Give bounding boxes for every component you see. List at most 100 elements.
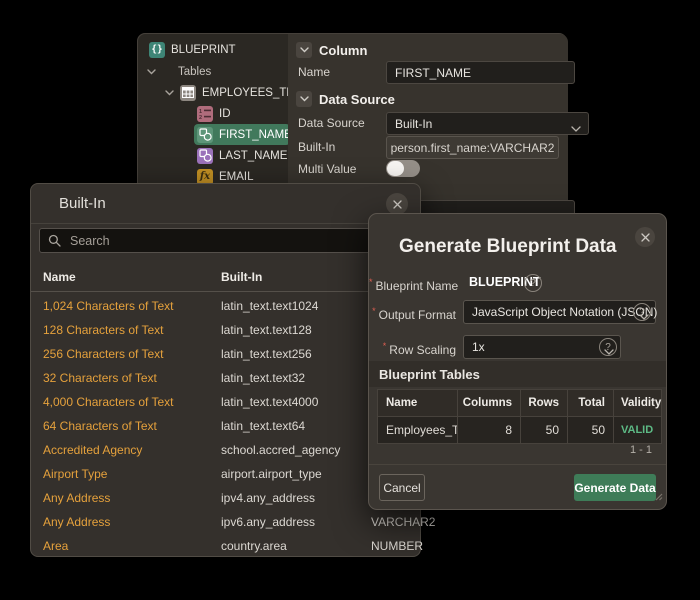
built-in-name-link[interactable]: Any Address — [43, 510, 110, 534]
required-asterisk: * — [383, 338, 387, 355]
data-source-field-label: Data Source — [298, 112, 365, 133]
close-icon[interactable] — [635, 227, 655, 247]
col-header-total: Total — [567, 390, 613, 416]
string-icon — [197, 127, 213, 143]
data-source-selected-value: Built-In — [395, 117, 432, 131]
column-section-header[interactable]: Column — [296, 41, 367, 59]
tree-item-label: LAST_NAME — [219, 150, 287, 162]
chevron-down-icon[interactable] — [147, 69, 156, 75]
tree-item-column-id[interactable]: 1 2 ID — [197, 103, 231, 124]
built-in-row[interactable]: 128 Characters of Text latin_text.text12… — [31, 318, 420, 342]
built-in-name-link[interactable]: Any Address — [43, 486, 110, 510]
close-icon[interactable] — [386, 193, 408, 215]
built-in-row[interactable]: Airport Type airport.airport_type — [31, 462, 420, 486]
built-in-code: airport.airport_type — [221, 462, 322, 486]
built-in-row[interactable]: 1,024 Characters of Text latin_text.text… — [31, 294, 420, 318]
tree-item-label: FIRST_NAME — [219, 129, 292, 141]
tree-item-label: EMAIL — [219, 171, 254, 183]
multi-value-toggle[interactable] — [386, 160, 420, 177]
built-in-name-link[interactable]: 4,000 Characters of Text — [43, 390, 174, 414]
chevron-down-icon — [571, 121, 581, 135]
built-in-type: VARCHAR2 — [371, 510, 435, 534]
name-column-header: Name — [43, 263, 76, 291]
cell-columns: 8 — [457, 416, 520, 443]
section-title: Column — [319, 43, 367, 58]
built-in-dialog-title: Built-In — [59, 184, 106, 223]
built-in-dialog-header: Built-In — [31, 184, 420, 224]
braces-icon: {} — [149, 42, 165, 58]
built-in-row[interactable]: 64 Characters of Text latin_text.text64 — [31, 414, 420, 438]
built-in-row[interactable]: Accredited Agency school.accred_agency — [31, 438, 420, 462]
built-in-name-link[interactable]: Accredited Agency — [43, 438, 142, 462]
help-icon[interactable]: ? — [599, 338, 617, 356]
screen: {} BLUEPRINT Tables — [0, 0, 700, 600]
generate-blueprint-data-dialog: Generate Blueprint Data *Blueprint Name … — [368, 213, 667, 510]
table-header-row: Name Columns Rows Total Validity — [378, 390, 661, 416]
cell-total: 50 — [567, 416, 613, 443]
built-in-name-link[interactable]: Area — [43, 534, 68, 558]
tree-item-employees-tbl[interactable]: EMPLOYEES_TBL — [165, 82, 300, 103]
built-in-row[interactable]: 32 Characters of Text latin_text.text32 — [31, 366, 420, 390]
built-in-name-link[interactable]: 256 Characters of Text — [43, 342, 164, 366]
built-in-value-button[interactable]: person.first_name:VARCHAR2 — [386, 136, 559, 159]
built-in-type: NUMBER — [371, 534, 423, 558]
built-in-name-link[interactable]: Airport Type — [43, 462, 107, 486]
tree-item-tables[interactable]: Tables — [147, 61, 211, 82]
data-source-select[interactable]: Built-In — [386, 112, 589, 135]
built-in-row[interactable]: Area country.area NUMBER — [31, 534, 420, 558]
search-box[interactable] — [39, 228, 416, 253]
cell-rows: 50 — [520, 416, 567, 443]
validity-badge: VALID — [621, 424, 653, 436]
section-title: Data Source — [319, 92, 395, 107]
dialog-footer: Cancel Generate Data — [369, 464, 666, 512]
col-header-rows: Rows — [520, 390, 567, 416]
help-icon[interactable]: ? — [524, 274, 542, 292]
resize-grip-icon[interactable] — [653, 488, 663, 506]
tree-item-column-first-name[interactable]: FIRST_NAME — [194, 124, 290, 145]
tree-item-label: Tables — [178, 66, 211, 78]
svg-text:2: 2 — [199, 115, 202, 120]
cell-table-name: Employees_Tbl — [378, 416, 457, 443]
numbered-list-icon: 1 2 — [197, 106, 213, 122]
multi-value-field-label: Multi Value — [298, 158, 356, 179]
built-in-row[interactable]: Any Address ipv4.any_address — [31, 486, 420, 510]
tree-item-label: EMPLOYEES_TBL — [202, 87, 300, 99]
built-in-row[interactable]: 4,000 Characters of Text latin_text.text… — [31, 390, 420, 414]
built-in-row[interactable]: Any Address ipv6.any_address VARCHAR2 — [31, 510, 420, 534]
help-icon[interactable]: ? — [633, 303, 651, 321]
row-scaling-label: *Row Scaling — [369, 338, 456, 355]
built-in-name-link[interactable]: 1,024 Characters of Text — [43, 294, 174, 318]
blueprint-tables-table: Name Columns Rows Total Validity Employe… — [377, 389, 662, 444]
table-row[interactable]: Employees_Tbl 8 50 50 VALID — [378, 416, 661, 443]
tree-item-label: ID — [219, 108, 231, 120]
generate-data-button[interactable]: Generate Data — [574, 474, 656, 501]
built-in-name-link[interactable]: 64 Characters of Text — [43, 414, 157, 438]
built-in-code: latin_text.text256 — [221, 342, 312, 366]
cancel-button[interactable]: Cancel — [379, 474, 425, 501]
chevron-down-icon[interactable] — [165, 90, 174, 96]
tree-item-column-last-name[interactable]: LAST_NAME — [197, 145, 287, 166]
built-in-row[interactable]: 256 Characters of Text latin_text.text25… — [31, 342, 420, 366]
tree-item-blueprint[interactable]: {} BLUEPRINT — [149, 39, 236, 60]
output-format-select[interactable]: JavaScript Object Notation (JSON) — [463, 300, 656, 324]
data-source-section-header[interactable]: Data Source — [296, 90, 395, 108]
name-input[interactable]: FIRST_NAME — [386, 61, 575, 84]
blueprint-tables-title: Blueprint Tables — [379, 361, 480, 387]
built-in-column-header: Built-In — [221, 263, 262, 291]
built-in-dialog: Built-In Name Built-In 1,024 Characters — [30, 183, 421, 557]
collapse-chevron-icon[interactable] — [296, 91, 312, 107]
search-input[interactable] — [68, 233, 415, 249]
built-in-name-link[interactable]: 128 Characters of Text — [43, 318, 164, 342]
built-in-table-header: Name Built-In — [31, 263, 420, 292]
built-in-code: ipv4.any_address — [221, 486, 315, 510]
blueprint-name-label: *Blueprint Name — [369, 274, 456, 291]
cell-validity: VALID — [613, 416, 661, 443]
row-scaling-select[interactable]: 1x — [463, 335, 621, 359]
built-in-code: latin_text.text4000 — [221, 390, 318, 414]
built-in-field-label: Built-In — [298, 136, 335, 157]
built-in-code: latin_text.text32 — [221, 366, 305, 390]
output-format-selected-value: JavaScript Object Notation (JSON) — [472, 305, 657, 319]
dialog-title: Generate Blueprint Data — [399, 236, 617, 258]
collapse-chevron-icon[interactable] — [296, 42, 312, 58]
built-in-name-link[interactable]: 32 Characters of Text — [43, 366, 157, 390]
